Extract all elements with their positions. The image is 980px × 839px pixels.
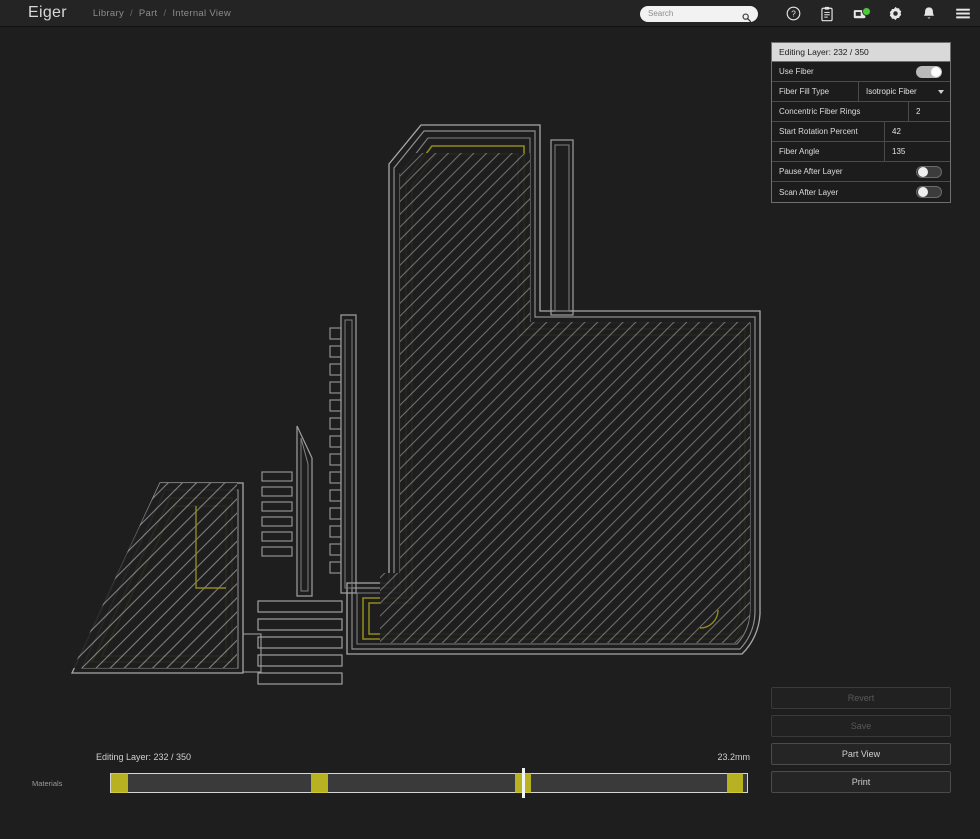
use-fiber-toggle[interactable] (916, 66, 942, 78)
layer-toolpath-render (0, 28, 768, 728)
setting-label: Fiber Angle (772, 147, 884, 156)
chevron-down-icon (938, 90, 944, 94)
editing-layer-header: Editing Layer: 232 / 350 (772, 43, 950, 62)
comb-feature-upper (330, 315, 356, 593)
setting-label: Pause After Layer (772, 167, 916, 176)
breadcrumb-internal-view[interactable]: Internal View (172, 8, 231, 19)
toolpath-viewport[interactable] (0, 28, 768, 728)
layer-slider-track[interactable] (110, 773, 748, 793)
fiber-fill-type-select[interactable]: Isotropic Fiber (858, 82, 950, 101)
scan-after-layer-toggle[interactable] (916, 186, 942, 198)
vertical-ribs (262, 472, 292, 556)
start-rotation-percent-input[interactable]: 42 (884, 122, 950, 141)
main-body-region (347, 125, 760, 654)
clipboard-icon[interactable] (810, 0, 844, 27)
eiger-app: Eiger Library / Part / Internal View (0, 0, 980, 839)
layer-slider-handle[interactable] (522, 768, 525, 798)
breadcrumb-separator: / (130, 8, 133, 19)
left-wedge-region (70, 478, 250, 678)
layer-settings-panel: Editing Layer: 232 / 350 Use Fiber Fiber… (771, 42, 951, 203)
print-button[interactable]: Print (771, 771, 951, 793)
fiber-angle-input[interactable]: 135 (884, 142, 950, 161)
setting-label: Concentric Fiber Rings (772, 107, 908, 116)
breadcrumb-library[interactable]: Library (93, 8, 124, 19)
fiber-band (727, 773, 744, 793)
concentric-fiber-rings-input[interactable]: 2 (908, 102, 950, 121)
setting-label: Fiber Fill Type (772, 87, 858, 96)
setting-label: Use Fiber (772, 67, 916, 76)
revert-button[interactable]: Revert (771, 687, 951, 709)
search-input[interactable] (648, 9, 736, 18)
action-button-group: Revert Save Part View Print (771, 687, 951, 799)
top-navigation-bar: Eiger Library / Part / Internal View (0, 0, 980, 27)
printer-icon[interactable] (844, 0, 878, 27)
fiber-band (311, 773, 328, 793)
layer-slider-label: Editing Layer: 232 / 350 (96, 752, 191, 762)
setting-row-fiber-angle[interactable]: Fiber Angle 135 (772, 142, 950, 162)
search-icon (742, 9, 751, 27)
layer-height-value: 23.2mm (717, 752, 750, 762)
ladder-bars (258, 601, 342, 684)
narrow-slot-top (551, 140, 573, 315)
setting-row-fiber-fill-type[interactable]: Fiber Fill Type Isotropic Fiber (772, 82, 950, 102)
setting-row-scan-after-layer[interactable]: Scan After Layer (772, 182, 950, 202)
setting-label: Start Rotation Percent (772, 127, 884, 136)
help-icon[interactable]: ? (776, 0, 810, 27)
setting-row-concentric-fiber-rings[interactable]: Concentric Fiber Rings 2 (772, 102, 950, 122)
search-box[interactable] (640, 6, 758, 22)
top-bar-right-cluster: ? (640, 0, 980, 27)
pause-after-layer-toggle[interactable] (916, 166, 942, 178)
eiger-logo[interactable]: Eiger (28, 4, 67, 22)
setting-row-start-rotation-percent[interactable]: Start Rotation Percent 42 (772, 122, 950, 142)
save-button[interactable]: Save (771, 715, 951, 737)
layer-slider-bar: Editing Layer: 232 / 350 23.2mm Material… (0, 748, 768, 818)
breadcrumb-separator: / (163, 8, 166, 19)
notifications-bell-icon[interactable] (912, 0, 946, 27)
svg-text:?: ? (791, 10, 796, 19)
breadcrumb-part[interactable]: Part (139, 8, 158, 19)
materials-label: Materials (32, 779, 62, 788)
angled-blade-feature (297, 426, 312, 596)
setting-label: Scan After Layer (772, 188, 916, 197)
settings-gear-icon[interactable] (878, 0, 912, 27)
printer-status-dot (862, 7, 871, 16)
nav-icon-group: ? (776, 0, 980, 27)
breadcrumb: Library / Part / Internal View (93, 8, 231, 19)
menu-icon[interactable] (946, 0, 980, 27)
part-view-button[interactable]: Part View (771, 743, 951, 765)
setting-row-pause-after-layer[interactable]: Pause After Layer (772, 162, 950, 182)
fiber-fill-type-value: Isotropic Fiber (866, 87, 917, 96)
setting-row-use-fiber[interactable]: Use Fiber (772, 62, 950, 82)
fiber-band (111, 773, 128, 793)
